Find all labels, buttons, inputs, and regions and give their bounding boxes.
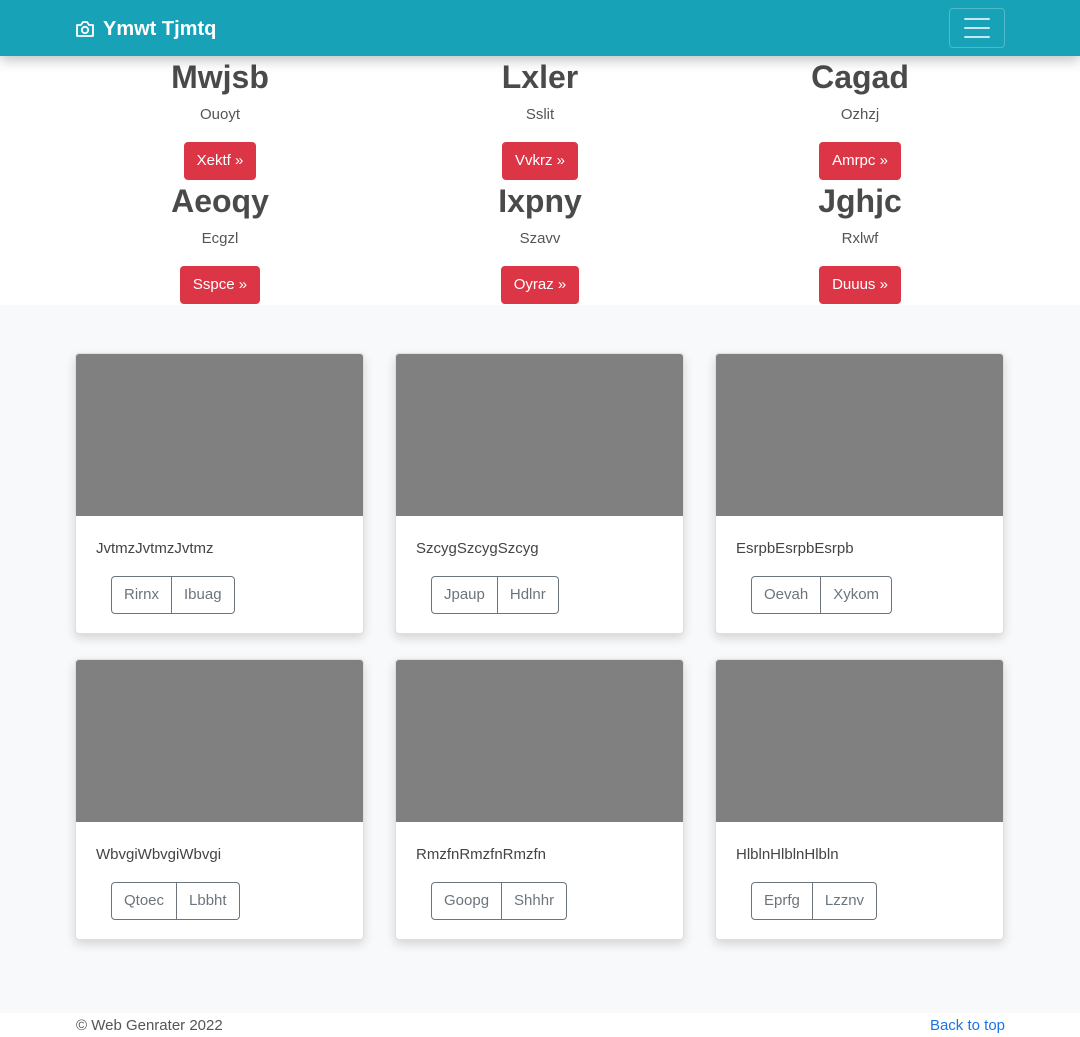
navbar-toggler-button[interactable] [949,8,1005,48]
feature-button[interactable]: Duuus » [819,266,901,304]
feature-item: Cagad Ozhzj Amrpc » [700,57,1020,180]
card-button[interactable]: Oevah [751,576,822,614]
feature-subtitle: Szavv [519,230,561,247]
navbar: Ymwt Tjmtq [0,0,1080,56]
camera-icon [75,20,95,38]
feature-item: Lxler Sslit Vvkrz » [380,57,700,180]
feature-item: Jghjc Rxlwf Duuus » [700,181,1020,304]
card-button-group: Oevah Xykom [751,576,893,614]
menu-icon [964,36,990,38]
card-button[interactable]: Ibuag [172,576,235,614]
card-button[interactable]: Rirnx [111,576,173,614]
footer: © Web Genrater 2022 Back to top [0,1013,1080,1037]
feature-button[interactable]: Xektf » [183,142,257,180]
footer-copyright: © Web Genrater 2022 [76,1017,223,1034]
card-button-group: Jpaup Hdlnr [431,576,559,614]
brand-name: Ymwt Tjmtq [103,17,217,40]
album-card: SzcygSzcygSzcyg Jpaup Hdlnr [395,353,684,634]
card-text: SzcygSzcygSzcyg [416,540,539,557]
card-button[interactable]: Qtoec [111,882,178,920]
card-button[interactable]: Eprfg [751,882,813,920]
album-card: JvtmzJvtmzJvtmz Rirnx Ibuag [75,353,364,634]
card-text: EsrpbEsrpbEsrpb [736,540,854,557]
menu-icon [964,27,990,29]
menu-icon [964,18,990,20]
brand-link[interactable]: Ymwt Tjmtq [75,16,216,42]
card-text: RmzfnRmzfnRmzfn [416,846,547,863]
feature-button[interactable]: Sspce » [179,266,261,304]
card-button[interactable]: Jpaup [431,576,498,614]
card-button[interactable]: Hdlnr [497,576,559,614]
album-card: EsrpbEsrpbEsrpb Oevah Xykom [715,353,1004,634]
feature-item: Mwjsb Ouoyt Xektf » [60,57,380,180]
feature-subtitle: Ecgzl [201,230,239,247]
album-card: WbvgiWbvgiWbvgi Qtoec Lbbht [75,659,364,940]
album-card: RmzfnRmzfnRmzfn Goopg Shhhr [395,659,684,940]
feature-button[interactable]: Oyraz » [500,266,580,304]
card-button[interactable]: Xykom [821,576,893,614]
card-button-group: Eprfg Lzznv [751,882,878,920]
features-section: Mwjsb Ouoyt Xektf » Lxler Sslit Vvkrz » … [0,56,1080,305]
card-thumbnail [716,660,1003,822]
back-to-top-link[interactable]: Back to top [930,1017,1005,1034]
feature-item: Ixpny Szavv Oyraz » [380,181,700,304]
card-thumbnail [396,354,683,516]
feature-subtitle: Ouoyt [199,106,241,123]
card-thumbnail [76,354,363,516]
card-thumbnail [76,660,363,822]
card-text: JvtmzJvtmzJvtmz [96,540,214,557]
feature-title: Mwjsb [171,59,269,95]
card-button[interactable]: Lzznv [812,882,878,920]
card-button[interactable]: Goopg [431,882,503,920]
card-thumbnail [716,354,1003,516]
card-text: WbvgiWbvgiWbvgi [96,846,222,863]
card-button-group: Qtoec Lbbht [111,882,240,920]
card-button[interactable]: Shhhr [502,882,568,920]
feature-subtitle: Rxlwf [841,230,879,247]
feature-item: Aeoqy Ecgzl Sspce » [60,181,380,304]
card-button-group: Goopg Shhhr [431,882,568,920]
card-button[interactable]: Lbbht [177,882,240,920]
card-text: HlblnHlblnHlbln [736,846,839,863]
feature-subtitle: Sslit [525,106,555,123]
feature-title: Jghjc [818,183,902,219]
feature-title: Ixpny [498,183,582,219]
feature-subtitle: Ozhzj [840,106,880,123]
feature-title: Aeoqy [171,183,269,219]
feature-button[interactable]: Vvkrz » [501,142,578,180]
card-thumbnail [396,660,683,822]
feature-button[interactable]: Amrpc » [819,142,901,180]
card-button-group: Rirnx Ibuag [111,576,235,614]
feature-title: Lxler [501,59,579,95]
feature-title: Cagad [811,59,909,95]
album-section: JvtmzJvtmzJvtmz Rirnx Ibuag SzcygSzcygSz… [0,305,1080,1013]
album-card: HlblnHlblnHlbln Eprfg Lzznv [715,659,1004,940]
